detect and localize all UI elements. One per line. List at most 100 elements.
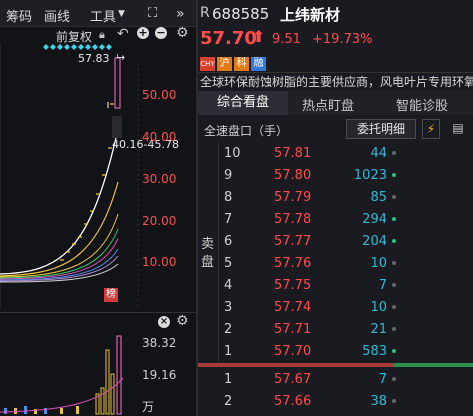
order-level: 9	[224, 168, 233, 183]
fullscreen-icon[interactable]: ⛶	[148, 6, 157, 21]
order-price: 57.70	[274, 344, 312, 359]
order-level: 6	[224, 234, 233, 249]
order-dot-icon	[392, 173, 396, 177]
order-level: 10	[224, 146, 241, 161]
order-volume: 21	[370, 322, 387, 337]
order-dot-icon	[392, 261, 396, 265]
order-row[interactable]: 2 57.66 38	[198, 390, 473, 414]
order-dot-icon	[392, 377, 396, 381]
order-volume: 204	[362, 234, 387, 249]
order-price: 57.76	[274, 256, 312, 271]
high-arrow-icon: →	[116, 51, 126, 64]
order-row[interactable]: 2 57.71 21	[198, 318, 473, 342]
tab-overview[interactable]: 综合看盘	[198, 91, 288, 115]
order-price: 57.66	[274, 394, 312, 409]
order-volume: 38	[370, 394, 387, 409]
order-level: 4	[224, 278, 233, 293]
price-tick: 40.00	[142, 130, 177, 144]
volume-chart[interactable]	[0, 334, 140, 416]
order-level: 1	[224, 344, 233, 359]
chip-menu[interactable]: 筹码	[6, 6, 32, 25]
market-depth-label: 全速盘口（手）	[204, 124, 289, 138]
undo-icon[interactable]: ↶	[117, 26, 129, 42]
tag-star[interactable]: 科	[234, 57, 249, 71]
order-row[interactable]: 5 57.76 10	[198, 252, 473, 276]
order-row[interactable]: 3 57.74 10	[198, 296, 473, 320]
tab-diagnosis[interactable]: 智能诊股	[396, 95, 448, 114]
settings-icon[interactable]: ⚙	[176, 25, 189, 41]
order-level: 5	[224, 256, 233, 271]
tag-chy[interactable]: CHY	[200, 57, 215, 71]
order-price: 57.78	[274, 212, 312, 227]
draw-line-menu[interactable]: 画线	[44, 6, 70, 25]
order-row[interactable]: 6 57.77 204	[198, 230, 473, 254]
order-row[interactable]: 4 57.75 7	[198, 274, 473, 298]
order-volume: 10	[370, 256, 387, 271]
lock-icon[interactable]: 🔒︎	[99, 28, 105, 42]
stock-name: 上纬新材	[280, 6, 341, 24]
order-dot-icon	[392, 349, 396, 353]
order-level: 2	[224, 394, 233, 409]
order-volume: 85	[370, 190, 387, 205]
order-price: 57.81	[274, 146, 312, 161]
company-description: 全球环保耐蚀树脂的主要供应商，风电叶片专用环氧	[198, 72, 473, 92]
price-tick: 10.00	[142, 255, 177, 269]
grid-settings-icon[interactable]: ▤	[450, 119, 466, 137]
order-level: 3	[224, 300, 233, 315]
order-price: 57.77	[274, 234, 312, 249]
settings-icon[interactable]: ⚙	[176, 313, 189, 329]
volume-unit: 万	[142, 400, 155, 414]
order-price: 57.67	[274, 372, 312, 387]
order-row[interactable]: 8 57.79 85	[198, 186, 473, 210]
volume-header: × ⚙	[0, 312, 196, 335]
tag-margin[interactable]: 融	[251, 57, 266, 71]
chart-panel[interactable]: 筹码 画线 工具 ▼ ⛶ » 前复权 🔒︎ ↶ + − ⚙ 57.83 → 40…	[0, 0, 196, 416]
restore-right-toggle[interactable]: 前复权	[56, 28, 92, 45]
stock-tags: CHY 沪科融	[200, 55, 268, 71]
order-level: 8	[224, 190, 233, 205]
last-price: 57.70	[200, 28, 257, 49]
order-volume: 7	[378, 372, 387, 387]
stock-code: 688585	[212, 5, 270, 23]
order-dot-icon	[392, 151, 396, 155]
zoom-out-icon[interactable]: −	[155, 27, 167, 39]
price-tick: 30.00	[142, 172, 177, 186]
tab-hotspot[interactable]: 热点盯盘	[302, 95, 354, 114]
collapse-icon[interactable]: »	[176, 6, 185, 22]
zoom-in-icon[interactable]: +	[137, 27, 149, 39]
order-level: 1	[224, 372, 233, 387]
price-change-pct: +19.73%	[312, 32, 373, 47]
order-row[interactable]: 1 57.67 7	[198, 368, 473, 392]
tools-dropdown-icon[interactable]: ▼	[118, 9, 125, 19]
order-price: 57.71	[274, 322, 312, 337]
tools-menu[interactable]: 工具	[90, 6, 116, 25]
order-level: 2	[224, 322, 233, 337]
stock-prefix: R	[200, 5, 210, 21]
order-dot-icon	[392, 283, 396, 287]
spread-bar	[198, 363, 473, 367]
lightning-icon[interactable]: ⚡	[422, 119, 440, 139]
order-row[interactable]: 7 57.78 294	[198, 208, 473, 232]
rank-badge[interactable]: 榜	[104, 288, 118, 302]
order-row[interactable]: 1 57.70 583	[198, 340, 473, 364]
quote-panel: R 688585 上纬新材 57.70 ⬆ 9.51 +19.73% CHY 沪科…	[198, 0, 473, 416]
tab-bar: 综合看盘 热点盯盘 智能诊股	[198, 91, 473, 115]
close-icon[interactable]: ×	[158, 316, 170, 328]
up-arrow-icon: ⬆	[252, 27, 266, 46]
order-row[interactable]: 10 57.81 44	[198, 142, 473, 166]
order-price: 57.79	[274, 190, 312, 205]
order-price: 57.80	[274, 168, 312, 183]
tag-sh[interactable]: 沪	[217, 57, 232, 71]
order-volume: 583	[362, 344, 387, 359]
price-change: 9.51	[272, 32, 301, 47]
order-dot-icon	[392, 239, 396, 243]
price-tick: 20.00	[142, 214, 177, 228]
entrust-detail-button[interactable]: 委托明细	[346, 119, 416, 139]
order-dot-icon	[392, 217, 396, 221]
order-volume: 10	[370, 300, 387, 315]
order-row[interactable]: 9 57.80 1023	[198, 164, 473, 188]
order-volume: 294	[362, 212, 387, 227]
order-dot-icon	[392, 327, 396, 331]
order-volume: 1023	[353, 168, 387, 183]
order-price: 57.74	[274, 300, 312, 315]
